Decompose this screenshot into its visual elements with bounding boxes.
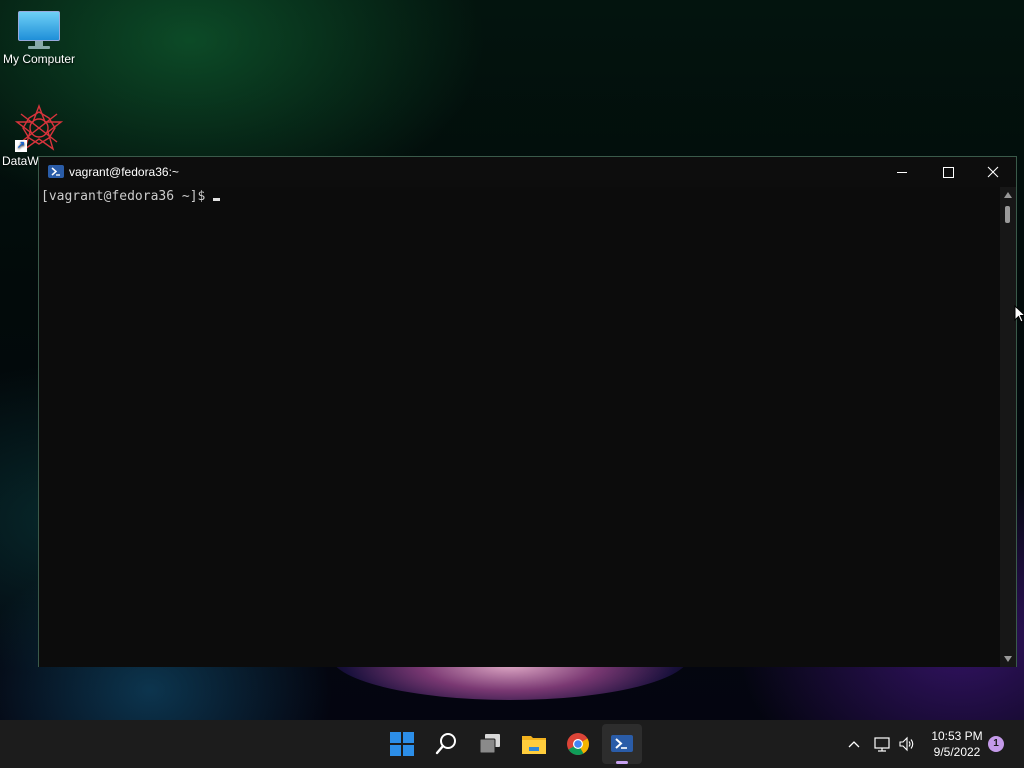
minimize-button[interactable] bbox=[879, 157, 925, 187]
active-app-indicator bbox=[616, 761, 628, 764]
powershell-icon bbox=[611, 735, 633, 752]
clock-date: 9/5/2022 bbox=[933, 745, 981, 759]
file-explorer-button[interactable] bbox=[514, 724, 554, 764]
terminal-output[interactable]: [vagrant@fedora36 ~]$ bbox=[39, 187, 1000, 667]
chrome-icon bbox=[567, 733, 589, 755]
search-icon bbox=[435, 733, 456, 755]
maximize-button[interactable] bbox=[925, 157, 971, 187]
text-cursor bbox=[213, 198, 221, 201]
monitor-icon bbox=[17, 10, 61, 50]
taskbar bbox=[0, 720, 1024, 768]
powershell-icon bbox=[48, 165, 64, 178]
clock-time: 10:53 PM bbox=[931, 729, 983, 743]
datawarrior-logo-icon: ↗ bbox=[14, 104, 64, 152]
task-view-button[interactable] bbox=[470, 724, 510, 764]
powershell-taskbar-button[interactable] bbox=[602, 724, 642, 764]
volume-icon[interactable] bbox=[898, 735, 916, 753]
chrome-button[interactable] bbox=[558, 724, 598, 764]
chevron-up-icon[interactable] bbox=[846, 736, 862, 752]
window-titlebar[interactable]: vagrant@fedora36:~ bbox=[39, 157, 1016, 187]
search-button[interactable] bbox=[426, 724, 466, 764]
mouse-pointer-icon bbox=[1014, 305, 1024, 323]
start-button[interactable] bbox=[382, 724, 422, 764]
desktop-icon-label: My Computer bbox=[2, 52, 76, 66]
folder-icon bbox=[522, 736, 546, 754]
close-button[interactable] bbox=[970, 157, 1016, 187]
network-icon[interactable] bbox=[873, 735, 891, 753]
window-title: vagrant@fedora36:~ bbox=[69, 165, 179, 179]
vertical-scrollbar[interactable] bbox=[1000, 187, 1016, 667]
scroll-down-arrow-icon[interactable] bbox=[1004, 656, 1012, 662]
close-icon bbox=[987, 166, 999, 178]
terminal-window[interactable]: vagrant@fedora36:~ [vagrant@fedora36 ~]$ bbox=[38, 156, 1017, 667]
windows-start-icon bbox=[390, 732, 414, 756]
notification-badge[interactable]: 1 bbox=[988, 736, 1004, 752]
scrollbar-thumb[interactable] bbox=[1005, 206, 1010, 223]
task-view-icon bbox=[479, 734, 500, 754]
terminal-prompt-line: [vagrant@fedora36 ~]$ bbox=[41, 189, 221, 204]
desktop-icon-my-computer[interactable]: My Computer bbox=[0, 10, 78, 66]
scroll-up-arrow-icon[interactable] bbox=[1004, 192, 1012, 198]
shell-prompt: [vagrant@fedora36 ~]$ bbox=[41, 189, 206, 204]
taskbar-clock[interactable]: 10:53 PM 9/5/2022 bbox=[926, 728, 988, 760]
shortcut-arrow-icon: ↗ bbox=[15, 140, 27, 152]
